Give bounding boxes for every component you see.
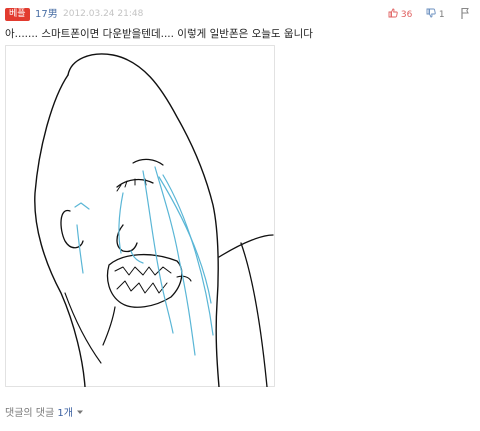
upvote-count: 36 — [400, 10, 413, 20]
post-text: 아....... 스마트폰이면 다운받을텐데.... 이렇게 일반폰은 오늘도 … — [5, 28, 313, 40]
timestamp: 2012.03.24 21:48 — [63, 9, 144, 19]
reply-comments-label: 댓글의 댓글 — [5, 408, 58, 419]
downvote-button[interactable]: 1 — [426, 8, 445, 22]
crying-face-drawing — [5, 45, 275, 388]
report-icon[interactable] — [460, 7, 470, 20]
username[interactable]: 17男 — [35, 8, 58, 21]
thumbs-down-icon — [426, 8, 436, 18]
post-header: 베플 17男 2012.03.24 21:48 36 1 — [0, 0, 480, 28]
thumbs-up-icon — [388, 8, 398, 18]
best-reply-badge: 베플 — [5, 8, 30, 21]
reply-comments-count: 1개 — [57, 408, 73, 419]
chevron-down-icon — [77, 410, 84, 414]
reply-comments-toggle[interactable]: 댓글의 댓글 1개 — [5, 407, 84, 420]
downvote-count: 1 — [438, 10, 445, 20]
upvote-button[interactable]: 36 — [388, 8, 412, 22]
